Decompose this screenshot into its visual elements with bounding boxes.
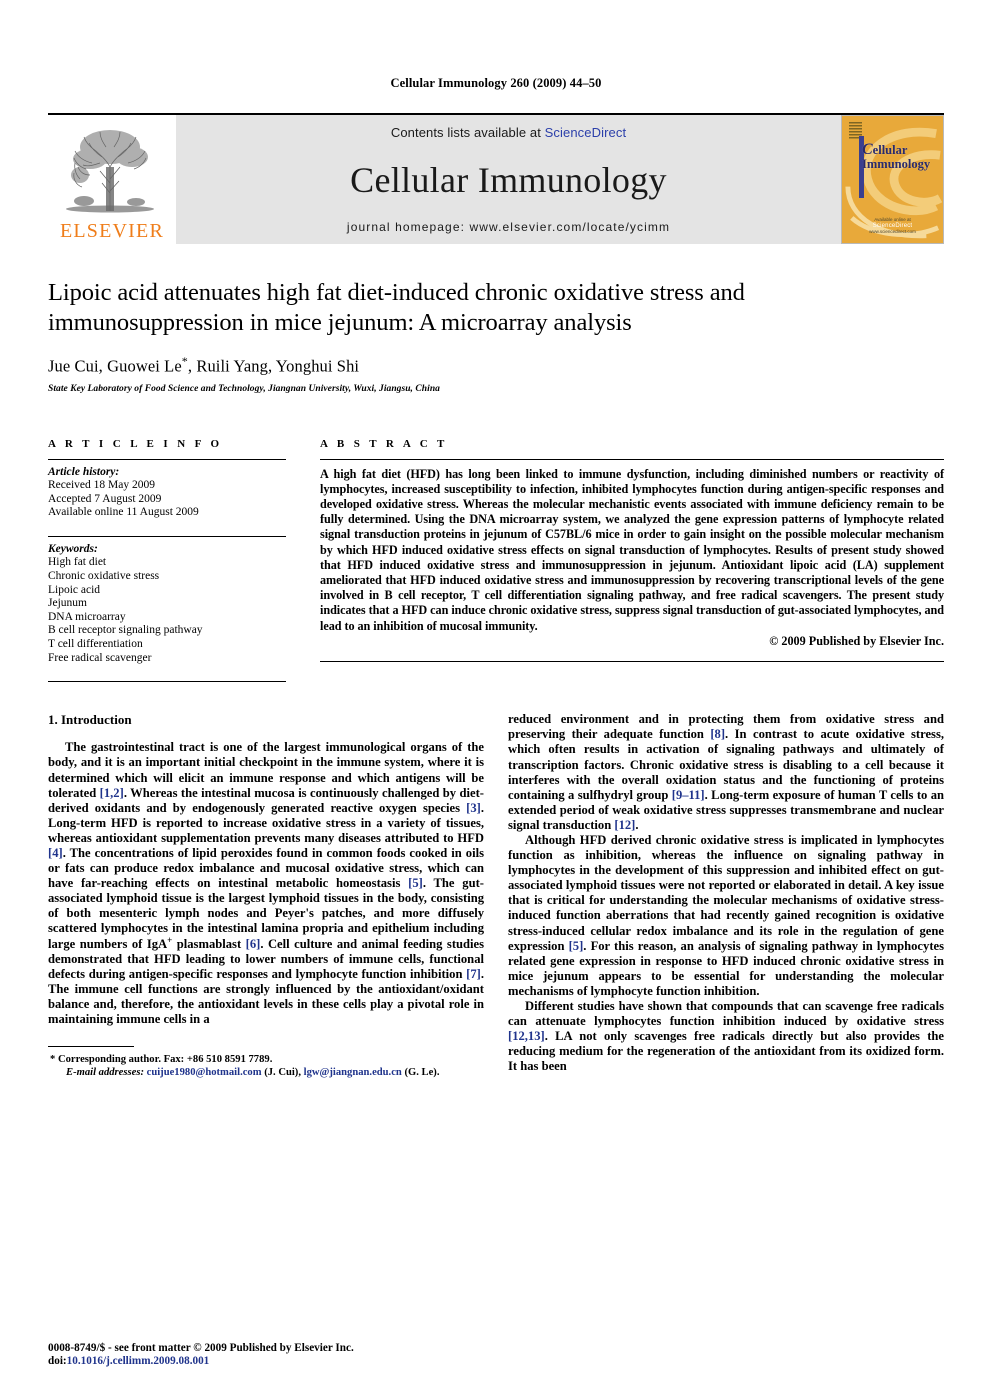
contents-prefix-text: Contents lists available at xyxy=(390,125,545,140)
cover-title-first-line: ellular xyxy=(872,143,908,157)
article-history-group: Article history: Received 18 May 2009 Ac… xyxy=(48,460,286,520)
intro-paragraph-right-3: Different studies have shown that compou… xyxy=(508,999,944,1074)
abstract-bottom-rule xyxy=(320,660,944,662)
history-item: Received 18 May 2009 xyxy=(48,479,155,492)
citation-ref[interactable]: [12] xyxy=(614,818,635,832)
doi-line: doi:10.1016/j.cellimm.2009.08.001 xyxy=(48,1355,354,1369)
elsevier-tree-icon xyxy=(66,130,154,213)
footnote-email-line: E-mail addresses: cuijue1980@hotmail.com… xyxy=(48,1066,484,1079)
intro-text-f: plasmablast xyxy=(172,936,246,951)
elsevier-wordmark: ELSEVIER xyxy=(59,220,165,242)
footnote-rule xyxy=(48,1046,134,1048)
intro-paragraph-right-1: reduced environment and in protecting th… xyxy=(508,712,944,833)
bottom-matter: 0008-8749/$ - see front matter © 2009 Pu… xyxy=(48,1342,354,1369)
journal-cover-thumbnail: Cellular Immunology Available online at … xyxy=(841,115,944,244)
intro-paragraph-left: The gastrointestinal tract is one of the… xyxy=(48,740,484,1027)
doi-label: doi: xyxy=(48,1355,67,1368)
sciencedirect-link[interactable]: ScienceDirect xyxy=(545,125,627,140)
intro-r3-b: . LA not only scavenges free radicals di… xyxy=(508,1029,944,1074)
affiliation: State Key Laboratory of Food Science and… xyxy=(48,383,440,394)
intro-r3-a: Different studies have shown that compou… xyxy=(508,999,944,1029)
citation-ref[interactable]: [6] xyxy=(246,937,261,951)
email-attr-1: (J. Cui), xyxy=(261,1067,304,1079)
elsevier-logo: ELSEVIER xyxy=(48,115,176,244)
keyword-item: T cell differentiation xyxy=(48,638,143,651)
running-head: Cellular Immunology 260 (2009) 44–50 xyxy=(390,76,602,90)
email-link-1[interactable]: cuijue1980@hotmail.com xyxy=(147,1067,262,1078)
journal-masthead: ELSEVIER Contents lists available at Sci… xyxy=(48,113,944,244)
footnote-corresponding-line: * Corresponding author. Fax: +86 510 859… xyxy=(48,1053,484,1066)
article-history-label: Article history: xyxy=(48,465,120,478)
abstract-column: A B S T R A C T A high fat diet (HFD) ha… xyxy=(320,438,944,683)
body-column-right: reduced environment and in protecting th… xyxy=(508,712,944,1079)
authors-part-2: , Ruili Yang, Yonghui Shi xyxy=(187,356,360,376)
authors-part-1: Jue Cui, Guowei Le xyxy=(48,356,182,376)
cover-title: Cellular Immunology xyxy=(862,141,931,172)
journal-title: Cellular Immunology xyxy=(350,160,667,200)
info-abstract-region: A R T I C L E I N F O Article history: R… xyxy=(48,438,944,683)
abstract-copyright: © 2009 Published by Elsevier Inc. xyxy=(769,633,944,648)
cover-footer: Available online at ScienceDirect www.sc… xyxy=(842,217,943,235)
citation-ref[interactable]: [12,13] xyxy=(508,1029,545,1043)
keywords-group: Keywords: High fat diet Chronic oxidativ… xyxy=(48,537,286,665)
keyword-item: B cell receptor signaling pathway xyxy=(48,624,203,637)
citation-ref[interactable]: [7] xyxy=(466,967,481,981)
journal-homepage-line[interactable]: journal homepage: www.elsevier.com/locat… xyxy=(347,220,670,234)
history-item: Accepted 7 August 2009 xyxy=(48,492,162,505)
article-info-bottom-rule xyxy=(48,681,286,683)
cover-footer-line-2: www.sciencedirect.com xyxy=(869,229,916,234)
keyword-item: High fat diet xyxy=(48,556,107,569)
title-block: Lipoic acid attenuates high fat diet-ind… xyxy=(48,278,944,394)
citation-ref[interactable]: [8] xyxy=(710,727,725,741)
footnote-corresponding-text: Corresponding author. Fax: +86 510 8591 … xyxy=(55,1054,273,1066)
citation-ref[interactable]: [3] xyxy=(466,801,481,815)
section-heading-introduction: 1. Introduction xyxy=(48,712,132,728)
masthead-center: Contents lists available at ScienceDirec… xyxy=(176,115,841,244)
cover-title-second-line: Immunology xyxy=(862,157,931,171)
citation-ref[interactable]: [4] xyxy=(48,846,63,860)
abstract-text: A high fat diet (HFD) has long been link… xyxy=(320,466,944,633)
keyword-item: Jejunum xyxy=(48,597,87,610)
cover-title-initial: C xyxy=(862,141,873,158)
corresponding-author-footnote: * Corresponding author. Fax: +86 510 859… xyxy=(48,1046,484,1079)
keyword-item: Lipoic acid xyxy=(48,583,101,596)
intro-paragraph-right-2: Although HFD derived chronic oxidative s… xyxy=(508,833,944,999)
body-column-left: 1. Introduction The gastrointestinal tra… xyxy=(48,712,484,1079)
keywords-label: Keywords: xyxy=(48,542,98,555)
intro-r2-a: Although HFD derived chronic oxidative s… xyxy=(508,832,944,953)
front-matter-line: 0008-8749/$ - see front matter © 2009 Pu… xyxy=(48,1341,354,1354)
history-item: Available online 11 August 2009 xyxy=(48,506,199,519)
contents-lists-line: Contents lists available at ScienceDirec… xyxy=(391,125,626,140)
email-label: E-mail addresses: xyxy=(66,1067,144,1079)
article-info-column: A R T I C L E I N F O Article history: R… xyxy=(48,438,286,683)
page-title: Lipoic acid attenuates high fat diet-ind… xyxy=(48,279,745,336)
email-link-2[interactable]: lgw@jiangnan.edu.cn xyxy=(304,1067,402,1078)
citation-ref[interactable]: [5] xyxy=(408,876,423,890)
citation-ref[interactable]: [1,2] xyxy=(100,786,124,800)
keyword-item: Free radical scavenger xyxy=(48,651,152,664)
citation-ref[interactable]: [9–11] xyxy=(672,788,705,802)
keyword-item: DNA microarray xyxy=(48,610,126,623)
abstract-heading: A B S T R A C T xyxy=(320,437,448,450)
article-info-heading: A R T I C L E I N F O xyxy=(48,437,223,450)
author-list: Jue Cui, Guowei Le*, Ruili Yang, Yonghui… xyxy=(48,354,944,377)
citation-ref[interactable]: [5] xyxy=(569,939,584,953)
paper-page: Cellular Immunology 260 (2009) 44–50 ELS… xyxy=(0,76,992,1399)
body-columns: 1. Introduction The gastrointestinal tra… xyxy=(48,712,944,1079)
intro-r1-d: . xyxy=(635,817,639,832)
email-attr-2: (G. Le). xyxy=(401,1067,440,1079)
keyword-item: Chronic oxidative stress xyxy=(48,570,160,583)
doi-link[interactable]: 10.1016/j.cellimm.2009.08.001 xyxy=(67,1355,210,1367)
